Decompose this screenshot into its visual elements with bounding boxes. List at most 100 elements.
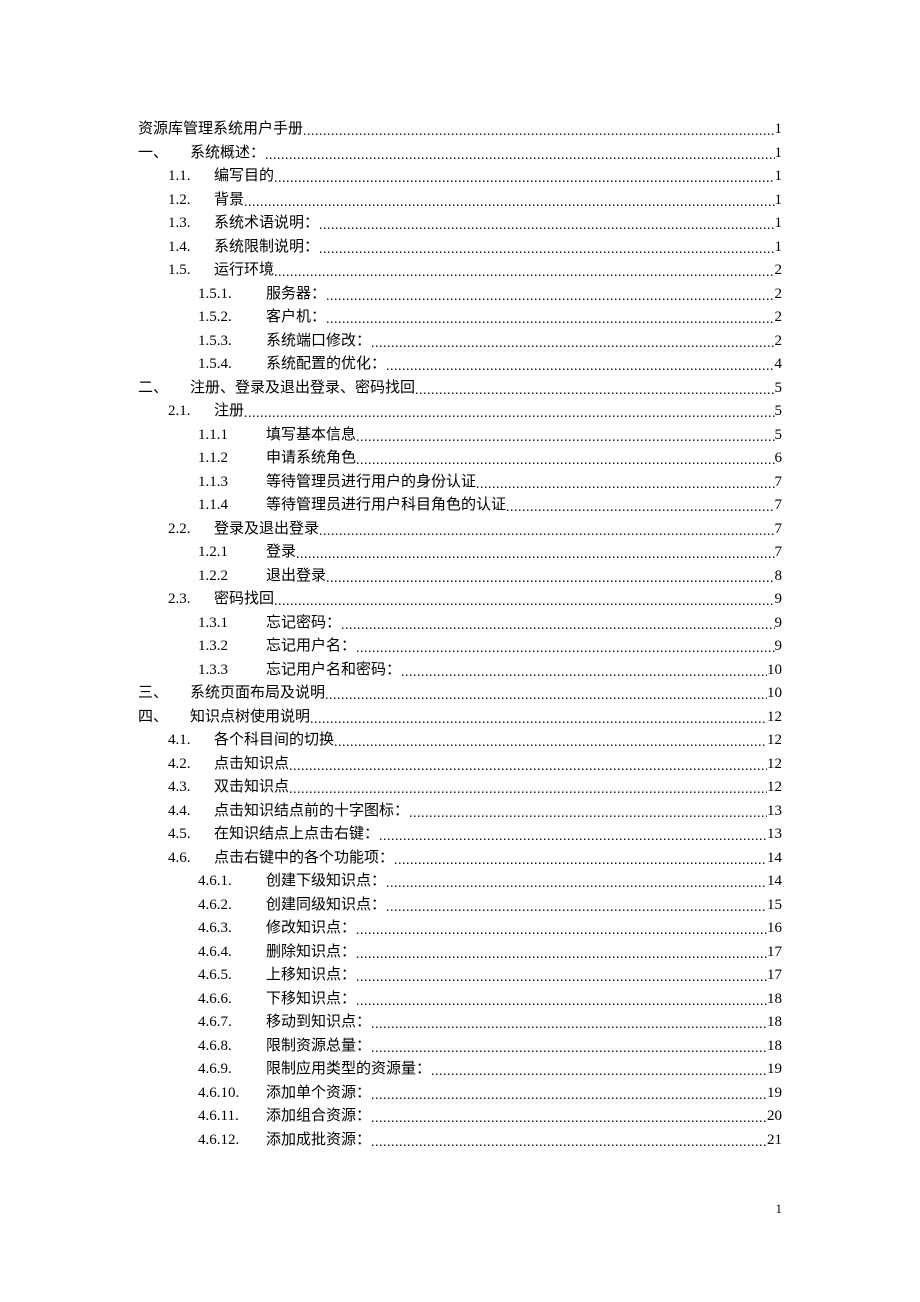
- toc-dots: [371, 1037, 767, 1061]
- toc-entry: 1.2.2退出登录 8: [138, 565, 782, 589]
- toc-entry-number: 4.5.: [168, 823, 214, 847]
- toc-entry: 四、知识点树使用说明12: [138, 706, 782, 730]
- toc-entry-number: 4.6.: [168, 847, 214, 871]
- toc-entry-title: 忘记用户名：: [266, 635, 356, 659]
- toc-entry-number: 1.2.2: [198, 565, 266, 589]
- toc-entry-number: 四、: [138, 706, 190, 730]
- toc-entry: 1.2.1登录7: [138, 541, 782, 565]
- toc-entry: 4.6.11.添加组合资源：20: [138, 1105, 782, 1129]
- toc-entry-page: 18: [767, 1035, 782, 1059]
- toc-dots: [394, 849, 767, 873]
- toc-entry-page: 8: [775, 565, 783, 589]
- toc-entry-number: 1.5.4.: [198, 353, 266, 377]
- toc-entry-number: 二、: [138, 377, 190, 401]
- toc-entry-page: 1: [775, 189, 783, 213]
- toc-entry-page: 6: [775, 447, 783, 471]
- toc-entry-number: 1.1.3: [198, 471, 266, 495]
- toc-entry-title: 填写基本信息: [266, 424, 356, 448]
- toc-dots: [274, 261, 774, 285]
- toc-dots: [296, 543, 774, 567]
- toc-entry: 4.6.3.修改知识点：16: [138, 917, 782, 941]
- toc-entry-page: 9: [775, 588, 783, 612]
- toc-entry-title: 双击知识点: [214, 776, 289, 800]
- toc-dots: [386, 896, 767, 920]
- toc-entry-page: 14: [767, 870, 782, 894]
- toc-entry-title: 密码找回: [214, 588, 274, 612]
- toc-entry: 4.6.1.创建下级知识点： 14: [138, 870, 782, 894]
- toc-entry: 三、系统页面布局及说明10: [138, 682, 782, 706]
- toc-entry-title: 运行环境: [214, 259, 274, 283]
- toc-entry-number: 4.6.9.: [198, 1058, 266, 1082]
- toc-entry-number: 一、: [138, 142, 190, 166]
- toc-entry-title: 退出登录: [266, 565, 326, 589]
- toc-entry-page: 4: [775, 353, 783, 377]
- toc-entry-title: 限制应用类型的资源量：: [266, 1058, 431, 1082]
- toc-entry-title: 各个科目间的切换: [214, 729, 334, 753]
- toc-entry-title: 点击右键中的各个功能项：: [214, 847, 394, 871]
- toc-entry: 1.3.2忘记用户名： 9: [138, 635, 782, 659]
- toc-entry: 1.1.1填写基本信息5: [138, 424, 782, 448]
- toc-dots: [310, 708, 767, 732]
- toc-entry-number: 1.5.3.: [198, 330, 266, 354]
- toc-entry-page: 12: [767, 776, 782, 800]
- toc-dots: [386, 872, 767, 896]
- toc-entry-number: 4.1.: [168, 729, 214, 753]
- toc-entry-title: 系统端口修改：: [266, 330, 371, 354]
- toc-dots: [409, 802, 767, 826]
- toc-entry-title: 系统术语说明：: [214, 212, 319, 236]
- toc-entry-page: 19: [767, 1082, 782, 1106]
- toc-entry: 4.6.5.上移知识点：17: [138, 964, 782, 988]
- toc-dots: [476, 473, 774, 497]
- toc-dots: [379, 825, 767, 849]
- toc-entry-title: 注册: [214, 400, 244, 424]
- toc-dots: [356, 637, 774, 661]
- toc-dots: [289, 778, 767, 802]
- toc-entry: 4.6.9.限制应用类型的资源量：19: [138, 1058, 782, 1082]
- toc-container: 资源库管理系统用户手册1一、系统概述：11.1.编写目的11.2.背景11.3.…: [0, 0, 920, 1152]
- toc-dots: [244, 402, 774, 426]
- toc-entry-number: 2.2.: [168, 518, 214, 542]
- toc-entry-page: 7: [775, 494, 783, 518]
- toc-entry-page: 1: [775, 236, 783, 260]
- toc-entry-title: 添加单个资源：: [266, 1082, 371, 1106]
- toc-entry: 4.3.双击知识点 12: [138, 776, 782, 800]
- toc-dots: [356, 426, 774, 450]
- toc-dots: [303, 120, 774, 144]
- toc-dots: [356, 943, 767, 967]
- toc-entry: 二、注册、登录及退出登录、密码找回5: [138, 377, 782, 401]
- toc-entry-number: 4.3.: [168, 776, 214, 800]
- toc-entry-number: 2.1.: [168, 400, 214, 424]
- toc-entry-title: 资源库管理系统用户手册: [138, 118, 303, 142]
- toc-entry-title: 系统页面布局及说明: [190, 682, 325, 706]
- toc-entry-page: 2: [775, 259, 783, 283]
- toc-entry-title: 点击知识结点前的十字图标：: [214, 800, 409, 824]
- toc-entry-title: 客户机：: [266, 306, 326, 330]
- toc-entry-title: 在知识结点上点击右键：: [214, 823, 379, 847]
- toc-entry: 1.1.编写目的1: [138, 165, 782, 189]
- toc-entry-number: 1.3.1: [198, 612, 266, 636]
- toc-dots: [326, 285, 774, 309]
- toc-entry-page: 7: [775, 518, 783, 542]
- toc-entry-page: 7: [775, 471, 783, 495]
- toc-entry-page: 18: [767, 1011, 782, 1035]
- toc-entry-page: 1: [775, 212, 783, 236]
- toc-entry-number: 1.1.2: [198, 447, 266, 471]
- toc-dots: [371, 1013, 767, 1037]
- toc-dots: [274, 167, 774, 191]
- toc-entry-number: 1.3.3: [198, 659, 266, 683]
- toc-entry-page: 20: [767, 1105, 782, 1129]
- toc-entry: 1.5.1.服务器：2: [138, 283, 782, 307]
- toc-entry-title: 登录及退出登录: [214, 518, 319, 542]
- toc-entry-title: 创建下级知识点：: [266, 870, 386, 894]
- toc-dots: [415, 379, 774, 403]
- toc-entry-page: 1: [775, 142, 783, 166]
- toc-entry-number: 4.6.1.: [198, 870, 266, 894]
- toc-entry: 4.6.10.添加单个资源：19: [138, 1082, 782, 1106]
- toc-entry-number: 1.3.2: [198, 635, 266, 659]
- toc-entry: 4.6.2.创建同级知识点：15: [138, 894, 782, 918]
- toc-entry-title: 登录: [266, 541, 296, 565]
- toc-entry-page: 2: [775, 283, 783, 307]
- toc-dots: [319, 214, 774, 238]
- toc-dots: [371, 1107, 767, 1131]
- toc-entry-page: 9: [775, 635, 783, 659]
